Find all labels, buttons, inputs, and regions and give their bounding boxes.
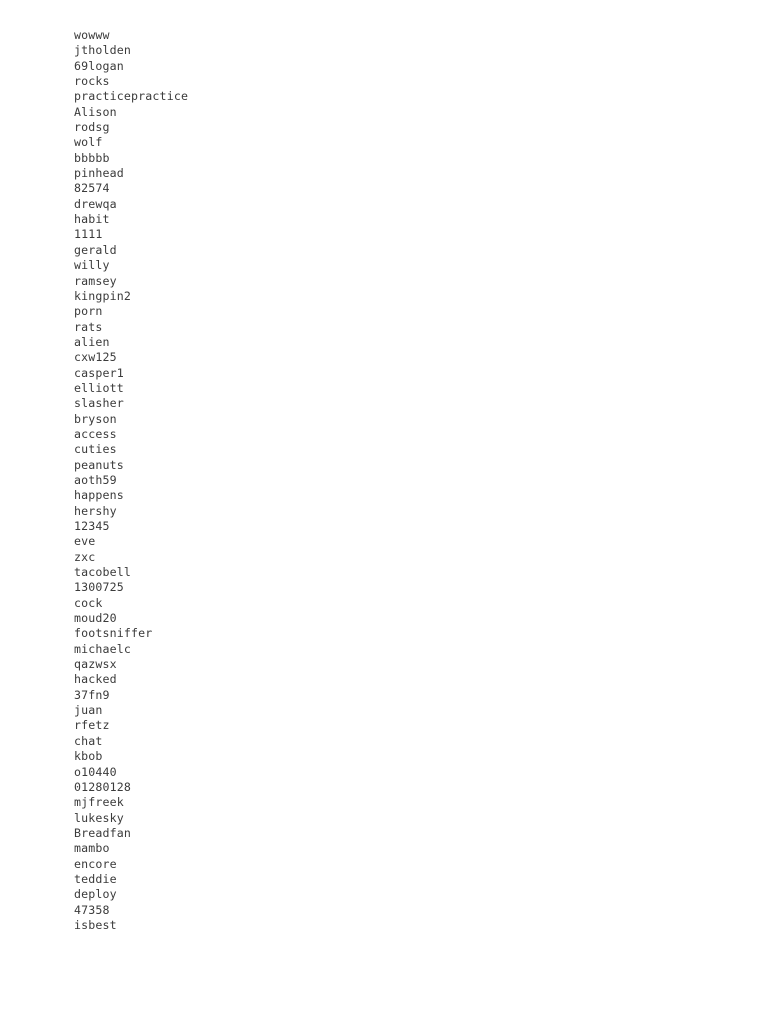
list-item: willy	[74, 258, 110, 273]
word-list: wowww jtholden 69logan rocks practicepractic…	[74, 28, 188, 933]
list-item: michaelc	[74, 641, 132, 656]
list-item: Breadfan	[74, 825, 132, 840]
list-item: hacked	[74, 672, 117, 687]
list-item: slasher	[74, 396, 124, 411]
list-item: rats	[74, 319, 103, 334]
list-item: 1300725	[74, 580, 124, 595]
list-item: porn	[74, 304, 103, 319]
document-page: wowww jtholden 69logan rocks practicepractic…	[0, 0, 768, 1024]
list-item: aoth59	[74, 472, 117, 487]
list-item: 82574	[74, 181, 110, 196]
list-item: footsniffer	[74, 626, 153, 641]
list-item: bryson	[74, 411, 117, 426]
list-item: 12345	[74, 519, 110, 533]
list-item: gerald	[74, 242, 117, 257]
list-item: drewqa	[74, 196, 117, 211]
list-item: hershy	[74, 503, 117, 518]
list-item: cuties	[74, 442, 117, 457]
list-item: rfetz	[74, 718, 110, 733]
list-item: kingpin2	[74, 288, 132, 303]
list-item: chat	[74, 733, 103, 748]
list-item: 37fn9	[74, 687, 110, 702]
list-item: juan	[74, 703, 103, 718]
list-item: kbob	[74, 749, 103, 764]
list-item: 47358	[74, 902, 110, 917]
list-item: teddie	[74, 871, 117, 886]
list-item: qazwsx	[74, 657, 117, 672]
list-item: rocks	[74, 74, 110, 89]
list-item: wowww	[74, 28, 110, 42]
list-item: casper1	[74, 365, 124, 380]
list-item: bbbbb	[74, 150, 110, 165]
list-item: 69logan	[74, 58, 124, 73]
list-item: tacobell	[74, 565, 132, 580]
list-item: habit	[74, 212, 110, 227]
list-item: mjfreek	[74, 795, 124, 810]
list-item: rodsg	[74, 120, 110, 135]
list-item: cock	[74, 595, 103, 610]
list-item: deploy	[74, 887, 117, 902]
list-item: moud20	[74, 611, 117, 626]
list-item: 01280128	[74, 779, 132, 794]
list-item: isbest	[74, 917, 117, 932]
list-item: lukesky	[74, 810, 124, 825]
list-item: zxc	[74, 549, 96, 564]
list-item: eve	[74, 534, 96, 549]
list-item: ramsey	[74, 273, 117, 288]
list-item: access	[74, 426, 117, 441]
list-item: pinhead	[74, 166, 124, 181]
list-item: peanuts	[74, 457, 124, 472]
list-item: wolf	[74, 135, 103, 150]
list-item: encore	[74, 856, 117, 871]
list-item: mambo	[74, 841, 110, 856]
list-item: happens	[74, 488, 124, 503]
list-item: elliott	[74, 380, 124, 395]
list-item: cxw125	[74, 350, 117, 365]
list-item: jtholden	[74, 43, 132, 58]
list-item: alien	[74, 334, 110, 349]
list-item: Alison	[74, 104, 117, 119]
list-item: practicepractice	[74, 89, 189, 104]
list-item: o10440	[74, 764, 117, 779]
list-item: 1111	[74, 227, 103, 242]
